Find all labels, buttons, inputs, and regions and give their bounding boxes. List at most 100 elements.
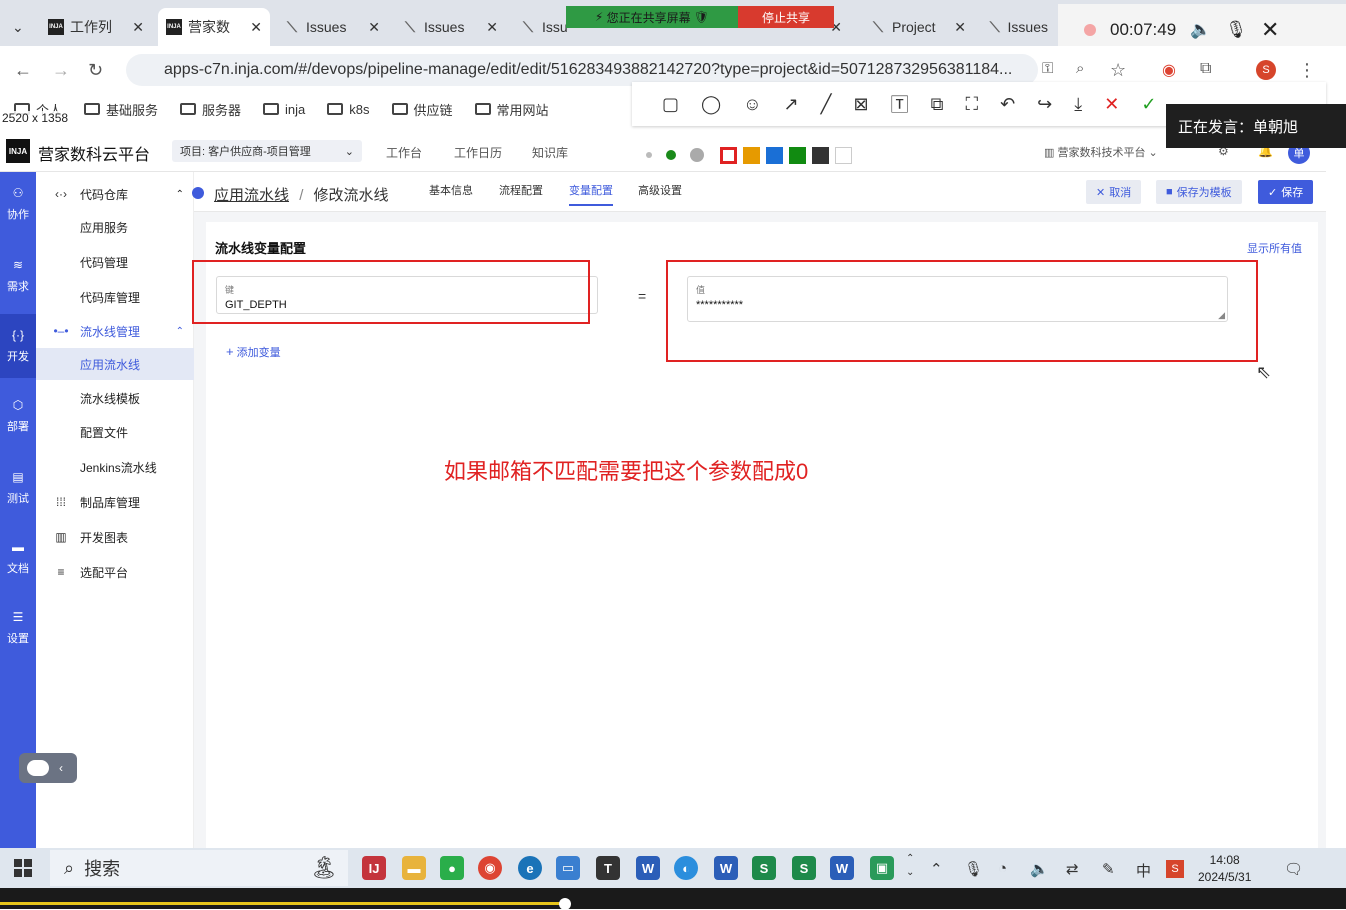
volume-icon[interactable]: 🔈 <box>1030 860 1049 878</box>
video-progress-bar[interactable] <box>0 888 1346 910</box>
browser-tab[interactable]: ⟍ Project ✕ <box>862 8 974 46</box>
back-icon[interactable] <box>192 187 204 199</box>
color-swatch-orange[interactable] <box>743 146 760 164</box>
file-explorer-icon[interactable]: ▬ <box>402 856 426 880</box>
save-icon[interactable]: ⤓ <box>1074 94 1082 115</box>
color-swatch-white[interactable] <box>835 146 852 164</box>
screen-share-icon[interactable]: ▣ <box>870 856 894 880</box>
menu-item-jenkins-pipeline[interactable]: Jenkins流水线 <box>36 452 194 482</box>
back-arrow-icon[interactable]: ← <box>14 60 32 81</box>
edge-icon[interactable]: e <box>518 856 542 880</box>
progress-knob[interactable] <box>559 898 571 910</box>
key-icon[interactable]: ⚿ <box>1042 60 1053 77</box>
chrome-icon[interactable]: ◉ <box>478 856 502 880</box>
taskbar-search[interactable]: ⌕ 搜索 🏝 <box>50 850 348 886</box>
menu-group-platform[interactable]: ≡ 选配平台 <box>36 557 194 587</box>
notification-icon[interactable]: 🗨 <box>1284 860 1303 878</box>
project-select[interactable]: 项目: 客户供应商-项目管理 ⌄ <box>172 140 362 162</box>
nav-calendar[interactable]: 工作日历 <box>454 144 502 161</box>
share-icon[interactable]: ↪ <box>1037 94 1052 115</box>
tab-flow-config[interactable]: 流程配置 <box>499 182 543 204</box>
more-icon[interactable]: ⋮ <box>1298 60 1316 81</box>
text-tool-icon[interactable]: 🅃 <box>891 91 909 117</box>
show-hidden-icons-icon[interactable]: ⌃ <box>930 860 943 878</box>
close-icon[interactable]: ✕ <box>486 19 498 36</box>
medium-dot-swatch[interactable] <box>666 150 676 160</box>
intellij-icon[interactable]: IJ <box>362 856 386 880</box>
speaker-volume-icon[interactable]: 🔈 <box>1190 20 1211 40</box>
save-button[interactable]: ✓ 保存 <box>1258 180 1314 204</box>
network-icon[interactable]: ◔ <box>998 860 1007 877</box>
bookmark-item[interactable]: k8s <box>327 102 370 117</box>
large-dot-swatch[interactable] <box>690 148 704 162</box>
chat-collapse-button[interactable]: ‹ <box>19 753 77 783</box>
rail-item-deploy[interactable]: ⬡ 部署 <box>0 398 36 434</box>
extension-icon[interactable]: ◉ <box>1162 60 1176 80</box>
windows-start-icon[interactable] <box>14 859 32 877</box>
pen-icon[interactable]: ✎ <box>1102 860 1115 878</box>
browser-tab[interactable]: ⟍ Issues <box>980 8 1056 46</box>
nav-knowledge-base[interactable]: 知识库 <box>532 144 568 161</box>
rectangle-tool-icon[interactable]: ▢ <box>662 94 679 115</box>
puzzle-icon[interactable]: ⧉ <box>1200 60 1211 78</box>
sticker-tool-icon[interactable]: ⧉ <box>931 94 944 115</box>
tab-advanced[interactable]: 高级设置 <box>638 182 682 204</box>
feishu-icon[interactable]: ◐ <box>674 856 698 880</box>
reload-icon[interactable]: ↻ <box>88 60 103 81</box>
browser-tab[interactable]: ⟍ Issues ✕ <box>394 8 506 46</box>
menu-group-pipeline[interactable]: •–• 流水线管理 ⌃ <box>36 316 194 346</box>
circle-tool-icon[interactable]: ◯ <box>701 94 721 115</box>
microphone-icon[interactable]: 🎙 <box>964 860 983 878</box>
profile-avatar[interactable]: S <box>1256 60 1276 80</box>
microphone-icon[interactable]: 🎙 <box>1225 20 1247 40</box>
browser-tab-active[interactable]: INJA 营家数 ✕ <box>158 8 270 46</box>
ime-indicator[interactable]: 中 <box>1136 860 1151 881</box>
bookmark-item[interactable]: 供应链 <box>391 100 453 119</box>
close-icon[interactable]: ✕ <box>250 19 262 36</box>
zoom-icon[interactable]: ⌕ <box>1076 60 1084 77</box>
tab-basic-info[interactable]: 基本信息 <box>429 182 473 204</box>
menu-group-code-repo[interactable]: ‹·› 代码仓库 ⌃ <box>36 179 194 209</box>
wechat-icon[interactable]: ● <box>440 856 464 880</box>
word-icon[interactable]: W <box>830 856 854 880</box>
tab-variable-config[interactable]: 变量配置 <box>569 182 613 206</box>
close-icon[interactable]: ✕ <box>954 19 966 36</box>
bookmark-item[interactable]: 服务器 <box>180 100 241 119</box>
org-selector[interactable]: ▥ 营家数科技术平台 ⌄ <box>1044 144 1158 160</box>
wps-sheet-icon[interactable]: S <box>752 856 776 880</box>
typora-icon[interactable]: T <box>596 856 620 880</box>
rail-item-collab[interactable]: ⚇ 协作 <box>0 186 36 222</box>
menu-item-repo-management[interactable]: 代码库管理 <box>36 282 194 312</box>
wps-sheet-icon[interactable]: S <box>792 856 816 880</box>
small-dot-swatch[interactable] <box>646 152 652 158</box>
color-swatch-blue[interactable] <box>766 146 783 164</box>
rail-item-requirements[interactable]: ≋ 需求 <box>0 258 36 294</box>
sync-icon[interactable]: ⇄ <box>1066 860 1079 878</box>
stop-sharing-button[interactable]: 停止共享 <box>738 6 834 28</box>
breadcrumb-parent[interactable]: 应用流水线 <box>214 187 289 204</box>
system-clock[interactable]: 14:08 2024/5/31 <box>1198 852 1251 886</box>
save-as-template-button[interactable]: ■ 保存为模板 <box>1156 180 1242 204</box>
show-all-values-link[interactable]: 显示所有值 <box>1247 240 1302 256</box>
color-swatch-black[interactable] <box>812 146 829 164</box>
undo-icon[interactable]: ↶ <box>1000 94 1015 115</box>
confirm-icon[interactable]: ✓ <box>1141 94 1156 115</box>
nav-workbench[interactable]: 工作台 <box>386 144 422 161</box>
menu-item-pipeline-template[interactable]: 流水线模板 <box>36 383 194 413</box>
word-icon[interactable]: W <box>636 856 660 880</box>
rail-item-develop[interactable]: {·} 开发 <box>0 314 36 378</box>
sogou-icon[interactable]: S <box>1166 860 1184 878</box>
cancel-button[interactable]: ✕ 取消 <box>1086 180 1142 204</box>
color-swatch-green[interactable] <box>789 146 806 164</box>
menu-item-app-service[interactable]: 应用服务 <box>36 212 194 242</box>
focus-tool-icon[interactable]: ⛶ <box>965 94 978 115</box>
close-icon[interactable]: ✕ <box>1261 17 1279 43</box>
bookmark-item[interactable]: 常用网站 <box>474 100 549 119</box>
close-icon[interactable]: ✕ <box>132 19 144 36</box>
tab-list-button[interactable]: ⌄ <box>4 8 32 46</box>
bookmark-item[interactable]: inja <box>263 102 305 117</box>
app-icon[interactable]: ▭ <box>556 856 580 880</box>
browser-tab[interactable]: INJA 工作列 ✕ <box>40 8 152 46</box>
pen-tool-icon[interactable]: ╱ <box>821 94 832 115</box>
star-icon[interactable]: ☆ <box>1110 60 1126 81</box>
